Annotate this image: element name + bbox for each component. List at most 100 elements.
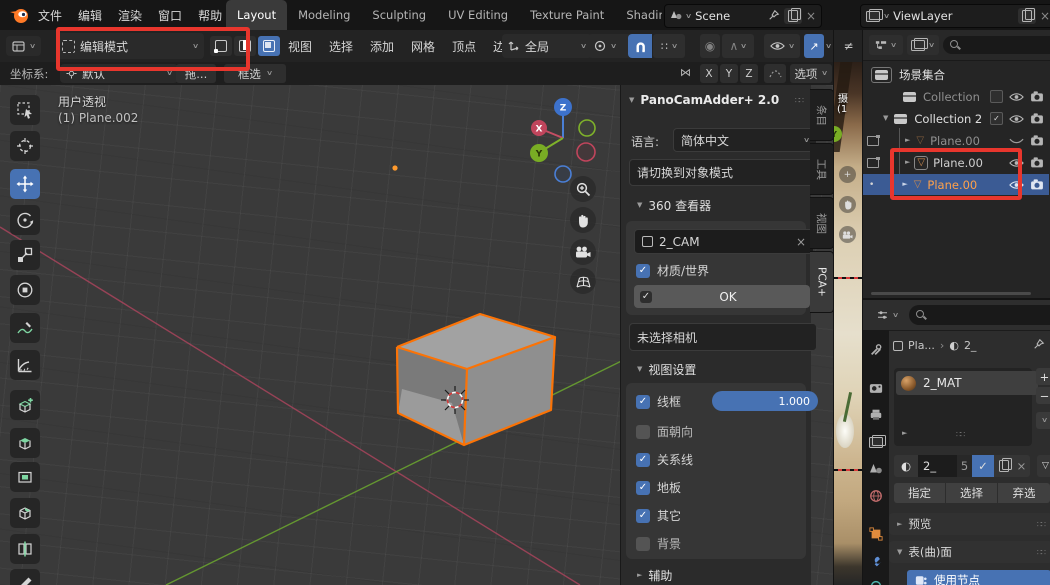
tool-select-box[interactable] <box>10 95 40 125</box>
tool-inset[interactable] <box>10 462 40 492</box>
breadcrumb-object[interactable]: Pla... <box>908 339 935 352</box>
tab-layout[interactable]: Layout <box>226 0 287 30</box>
slot-specials-button[interactable]: ∨ <box>1036 412 1050 429</box>
proportional-falloff-dropdown[interactable]: ∧ ∨ <box>722 34 754 58</box>
scene-selector[interactable]: ∨ Scene × <box>664 4 822 28</box>
row-plane-active[interactable]: • ► ▽ Plane.00 <box>863 174 1049 195</box>
tool-cursor[interactable] <box>10 131 40 161</box>
sidebar-tab-pca[interactable]: PCA+ <box>810 251 834 313</box>
tool-rotate[interactable] <box>10 205 40 235</box>
new-viewlayer-button[interactable] <box>1018 8 1036 24</box>
clear-camera-button[interactable]: × <box>796 235 806 249</box>
mirror-x-button[interactable]: X <box>700 64 718 83</box>
unlink-scene-button[interactable]: × <box>806 9 816 23</box>
tool-measure[interactable] <box>10 350 40 380</box>
viewer-section-header[interactable]: ▼ 360 查看器 <box>637 197 711 214</box>
relationship-lines-row[interactable]: ✓ 关系线 <box>636 451 693 468</box>
snap-with-dropdown[interactable]: ∷ ∨ <box>653 34 685 58</box>
tab-view-layer[interactable] <box>868 434 884 450</box>
snap-toggle-button[interactable] <box>628 34 652 58</box>
row-plane-hidden[interactable]: ► ▽ Plane.00 <box>863 130 1049 151</box>
camera-strip-viewport[interactable]: 摄 (1 Y + <box>833 62 863 585</box>
menu-view[interactable]: 视图 <box>286 38 314 55</box>
users-count[interactable]: 5 <box>957 455 972 477</box>
material-name-field[interactable]: 2_ <box>918 455 957 477</box>
tab-render[interactable] <box>868 380 884 396</box>
menu-select[interactable]: 选择 <box>327 38 355 55</box>
checkbox-on-icon[interactable]: ✓ <box>636 509 650 523</box>
grip-icon[interactable]: ∷∷ <box>956 430 964 439</box>
checkbox-off-icon[interactable] <box>636 425 650 439</box>
editor-type-button[interactable]: ∨ <box>6 36 41 56</box>
sidebar-tab-item[interactable]: 条目 <box>810 89 834 141</box>
slot-expand-icon[interactable]: ► <box>902 430 907 437</box>
menu-window[interactable]: 窗口 <box>150 0 190 30</box>
disclosure-open-icon[interactable]: ▼ <box>883 115 888 122</box>
remove-slot-button[interactable]: − <box>1036 387 1050 404</box>
ortho-toggle-button[interactable] <box>570 268 596 294</box>
sidebar-tab-view[interactable]: 视图 <box>810 197 834 249</box>
material-slot-row[interactable]: 2_MAT <box>896 371 1038 395</box>
strip-camera-button[interactable] <box>839 226 856 243</box>
disclosure-closed-icon[interactable]: ► <box>902 181 907 188</box>
tool-bevel[interactable] <box>10 498 40 528</box>
viewlayer-selector[interactable]: ∨ ViewLayer × <box>860 4 1050 28</box>
vertex-select-button[interactable] <box>210 36 232 56</box>
pin-icon[interactable] <box>768 9 780 24</box>
tool-transform[interactable] <box>10 275 40 305</box>
aux-section-header[interactable]: ► 辅助 <box>637 567 672 584</box>
select-button[interactable]: 选择 <box>946 483 997 503</box>
pivot-dropdown[interactable]: ∨ <box>588 34 632 58</box>
tool-move[interactable] <box>10 169 40 199</box>
camera-strip-header[interactable]: ≠ <box>833 30 863 62</box>
camera-render-icon[interactable] <box>1030 135 1044 146</box>
new-scene-button[interactable] <box>784 8 802 24</box>
zoom-button[interactable] <box>570 176 596 202</box>
addon-panel-header[interactable]: ▼ PanoCamAdder+ 2.0 ∷∷ <box>629 93 803 107</box>
ok-button[interactable]: ✓ OK <box>634 285 810 308</box>
material-world-row[interactable]: ✓ 材质/世界 <box>636 262 709 279</box>
edge-select-button[interactable] <box>234 36 256 56</box>
unlink-material-button[interactable]: × <box>1013 455 1030 477</box>
coord-dropdown[interactable]: 默认 ∨ <box>60 64 178 83</box>
menu-file[interactable]: 文件 <box>30 0 70 30</box>
checkbox-on-icon[interactable]: ✓ <box>636 395 650 409</box>
wireframe-slider[interactable]: 1.000 <box>712 391 818 411</box>
outliner-filter-dropdown[interactable]: ∨ <box>907 35 939 55</box>
tool-loop-cut[interactable] <box>10 534 40 564</box>
navigation-gizmo[interactable]: Z X Y <box>513 93 623 185</box>
proportional-edit-button[interactable]: ◉ <box>700 34 720 58</box>
row-plane-selected[interactable]: ► ▽ Plane.00 <box>863 152 1049 173</box>
strip-zoom-button[interactable]: + <box>839 166 856 183</box>
camera-render-icon[interactable] <box>1030 179 1044 190</box>
options-dropdown[interactable]: 选项 ∨ <box>790 64 832 83</box>
face-select-button[interactable] <box>258 36 280 56</box>
collection-checkbox[interactable] <box>990 90 1003 103</box>
blender-logo-icon[interactable] <box>8 6 30 27</box>
tool-scale[interactable] <box>10 240 40 270</box>
row-collection[interactable]: Collection <box>863 86 1049 107</box>
tab-physics[interactable] <box>868 578 884 585</box>
h-scrollbar[interactable] <box>871 292 1031 295</box>
menu-mesh[interactable]: 网格 <box>409 38 437 55</box>
camera-field[interactable]: 2_CAM × <box>634 229 814 254</box>
tab-scene[interactable] <box>868 460 884 476</box>
properties-search[interactable] <box>909 305 1050 325</box>
tab-output[interactable] <box>868 406 884 422</box>
snap-symmetry-button[interactable] <box>764 64 786 83</box>
other-row[interactable]: ✓ 其它 <box>636 507 681 524</box>
language-dropdown[interactable]: 简体中文 ∨ <box>673 128 817 152</box>
mode-dropdown[interactable]: 编辑模式 ∨ <box>56 33 204 59</box>
camera-render-icon[interactable] <box>1030 91 1044 102</box>
row-scene-collection[interactable]: 场景集合 <box>863 64 1049 85</box>
surface-panel-header[interactable]: ▼ 表(曲)面 ∷∷ <box>889 541 1050 563</box>
tab-modeling[interactable]: Modeling <box>287 0 361 30</box>
tab-world[interactable] <box>868 488 884 504</box>
checkbox-off-icon[interactable] <box>636 537 650 551</box>
menu-add[interactable]: 添加 <box>368 38 396 55</box>
view-settings-header[interactable]: ▼ 视图设置 <box>637 361 696 378</box>
box-select-dropdown[interactable]: 框选 ∨ <box>224 64 286 83</box>
tab-sculpting[interactable]: Sculpting <box>361 0 437 30</box>
chevron-down-icon[interactable]: ∨ <box>825 43 832 50</box>
background-row[interactable]: 背景 <box>636 535 681 552</box>
